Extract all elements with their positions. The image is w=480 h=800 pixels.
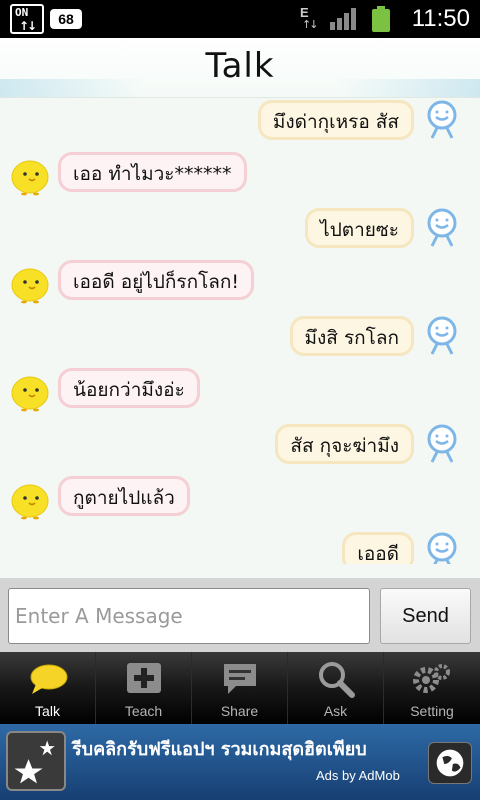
chat-message-user: มึงสิ รกโลก — [0, 314, 480, 360]
message-bubble: เออ ทำไมวะ****** — [58, 152, 247, 192]
network-activity-icon: ↑↓ — [302, 18, 319, 31]
app-header: Talk — [0, 38, 480, 98]
tab-ask[interactable]: Ask — [288, 652, 384, 724]
tab-share[interactable]: Share — [192, 652, 288, 724]
chat-share-icon — [224, 664, 256, 694]
message-bubble: เออดี อยู่ไปก็รกโลก! — [58, 260, 255, 300]
tab-setting[interactable]: Setting — [384, 652, 480, 724]
bot-avatar-icon — [11, 268, 49, 304]
ad-banner[interactable]: รีบคลิกรับฟรีแอปฯ รวมเกมสุดฮิตเพียบ Ads … — [0, 724, 480, 800]
data-indicator-label: ON — [15, 6, 29, 19]
user-avatar-icon — [427, 316, 457, 355]
chat-message-bot: เออดี อยู่ไปก็รกโลก! — [0, 260, 480, 306]
message-bubble: น้อยกว่ามึงอ่ะ — [58, 368, 200, 408]
speech-bubble-icon — [30, 664, 68, 694]
tab-label: Share — [220, 703, 259, 719]
plus-box-icon — [127, 663, 161, 693]
message-bubble: เออดี — [342, 532, 414, 564]
chat-message-bot: เออ ทำไมวะ****** — [0, 152, 480, 198]
user-avatar-icon — [427, 424, 457, 463]
chat-message-bot: กูตายไปแล้ว — [0, 476, 480, 522]
user-avatar-icon — [427, 208, 457, 247]
tab-label: Teach — [124, 703, 163, 719]
user-avatar-icon — [427, 100, 457, 139]
ad-attribution: Ads by AdMob — [316, 768, 400, 783]
message-input[interactable] — [8, 588, 370, 644]
tab-label: Setting — [410, 703, 454, 719]
chat-message-user: ไปตายซะ — [0, 206, 480, 252]
tab-label: Ask — [323, 703, 348, 719]
signal-strength-icon — [330, 8, 358, 30]
status-bar: ON ↑↓ 68 E ↑↓ 11:50 — [0, 0, 480, 38]
message-bubble: มึงสิ รกโลก — [289, 316, 414, 356]
page-title: Talk — [205, 46, 275, 86]
chat-message-user: สัส กุจะฆ่ามึง — [0, 422, 480, 468]
bot-avatar-icon — [11, 484, 49, 520]
message-bubble: สัส กุจะฆ่ามึง — [275, 424, 414, 464]
globe-icon[interactable] — [428, 742, 472, 784]
chat-list[interactable]: มึงด่ากุเหรอ สัส เออ ทำไมวะ****** ไปตายซ… — [0, 98, 480, 564]
ad-star-icon — [6, 731, 66, 791]
battery-icon — [372, 6, 390, 32]
magnifier-icon — [319, 662, 355, 698]
gears-icon — [413, 664, 450, 693]
message-bubble: กูตายไปแล้ว — [58, 476, 190, 516]
bottom-tab-bar: Talk Teach Share Ask Setting — [0, 652, 480, 724]
send-button[interactable]: Send — [380, 588, 471, 644]
chat-message-user: เออดี — [0, 530, 480, 564]
tab-teach[interactable]: Teach — [96, 652, 192, 724]
bot-avatar-icon — [11, 376, 49, 412]
status-time: 11:50 — [411, 5, 470, 32]
message-bubble: มึงด่ากุเหรอ สัส — [257, 100, 414, 140]
tab-label: Talk — [35, 703, 60, 719]
chat-message-user: มึงด่ากุเหรอ สัส — [0, 98, 480, 144]
composer-bar: Send — [0, 578, 480, 652]
ad-text: รีบคลิกรับฟรีแอปฯ รวมเกมสุดฮิตเพียบ — [72, 739, 367, 760]
app-screen: ON ↑↓ 68 E ↑↓ 11:50 Talk มึงด่ากุเหรอ สั… — [0, 0, 480, 800]
network-type-icon: E ↑↓ — [298, 5, 320, 33]
user-avatar-icon — [427, 532, 457, 564]
tab-talk[interactable]: Talk — [0, 652, 96, 724]
chat-message-bot: น้อยกว่ามึงอ่ะ — [0, 368, 480, 414]
message-bubble: ไปตายซะ — [305, 208, 414, 248]
bot-avatar-icon — [11, 160, 49, 196]
data-arrows-icon: ↑↓ — [19, 19, 37, 33]
notification-count-badge: 68 — [50, 9, 82, 29]
data-toggle-icon: ON ↑↓ — [10, 4, 44, 34]
